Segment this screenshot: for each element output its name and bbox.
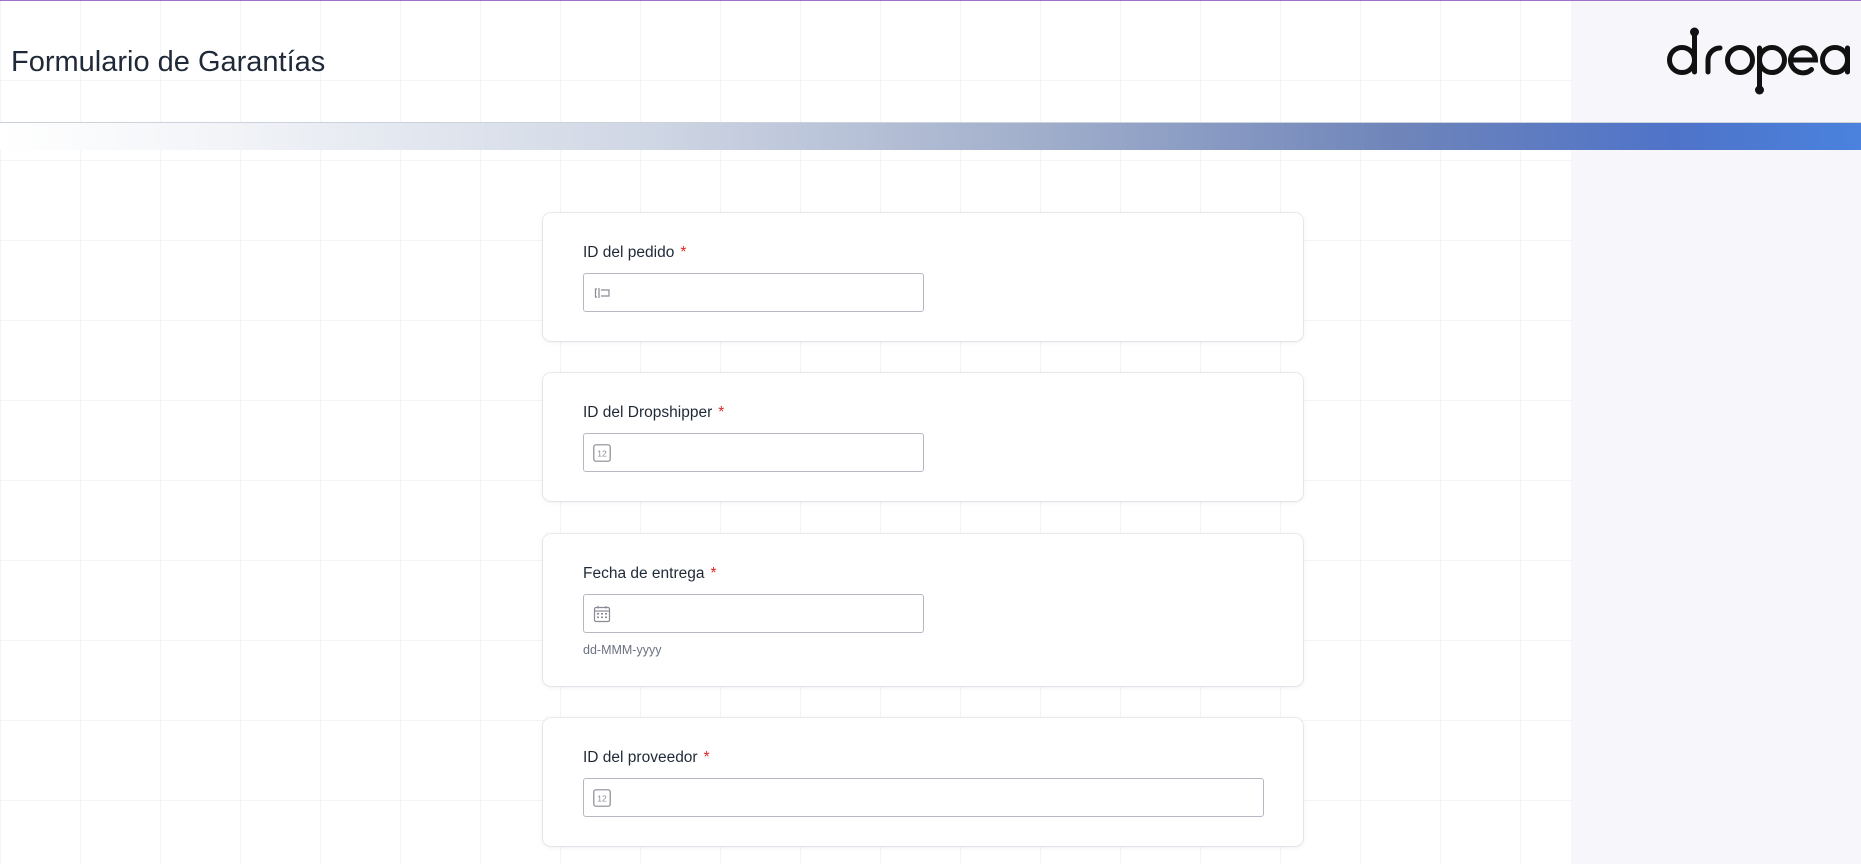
- number-icon-text: 12: [597, 449, 607, 459]
- text-cursor-icon: [594, 288, 610, 298]
- dropshipper-id-card: ID del Dropshipper * 12: [543, 373, 1303, 501]
- supplier-id-input-box[interactable]: 12: [583, 778, 1264, 817]
- order-id-label: ID del pedido *: [583, 243, 1263, 263]
- number-icon-text: 12: [597, 794, 607, 804]
- page: Formulario de Garantías ID del pedido * …: [0, 0, 1861, 864]
- supplier-id-card: ID del proveedor * 12: [543, 718, 1303, 846]
- number-icon: 12: [593, 789, 611, 807]
- header-gradient-band: [0, 123, 1861, 150]
- required-asterisk: *: [710, 565, 717, 582]
- required-asterisk: *: [703, 749, 710, 766]
- supplier-id-label: ID del proveedor *: [583, 748, 1263, 768]
- delivery-date-label-text: Fecha de entrega: [583, 565, 705, 582]
- date-format-hint: dd-MMM-yyyy: [583, 643, 662, 657]
- page-header: Formulario de Garantías: [0, 1, 1861, 123]
- required-asterisk: *: [718, 404, 725, 421]
- order-id-card: ID del pedido *: [543, 213, 1303, 341]
- dropshipper-id-input[interactable]: [620, 434, 913, 471]
- dropea-logo: dropea: [1665, 27, 1851, 97]
- delivery-date-input-box[interactable]: [583, 594, 924, 633]
- calendar-icon: [593, 606, 611, 623]
- delivery-date-card: Fecha de entrega * dd-MMM-yyyy: [543, 534, 1303, 686]
- dropshipper-id-label-text: ID del Dropshipper: [583, 404, 713, 421]
- logo-text: dropea: [1851, 27, 1852, 28]
- supplier-id-input[interactable]: [620, 779, 1253, 816]
- number-icon: 12: [593, 444, 611, 462]
- page-title: Formulario de Garantías: [11, 46, 326, 78]
- delivery-date-input[interactable]: [620, 595, 913, 632]
- dropea-logo-icon: [1667, 27, 1850, 95]
- supplier-id-label-text: ID del proveedor: [583, 749, 698, 766]
- dropshipper-id-label: ID del Dropshipper *: [583, 403, 1263, 423]
- required-asterisk: *: [680, 244, 687, 261]
- delivery-date-label: Fecha de entrega *: [583, 564, 1263, 584]
- order-id-input[interactable]: [620, 274, 913, 311]
- dropshipper-id-input-box[interactable]: 12: [583, 433, 924, 472]
- order-id-label-text: ID del pedido: [583, 244, 675, 261]
- order-id-input-box[interactable]: [583, 273, 924, 312]
